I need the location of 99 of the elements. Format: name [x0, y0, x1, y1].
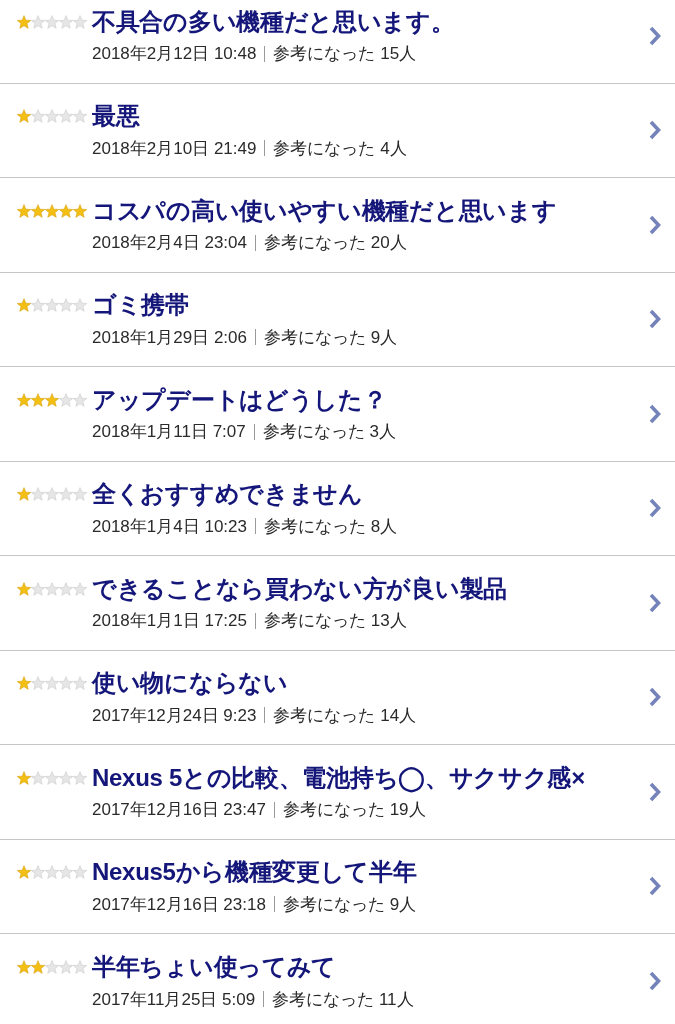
star-icon [17, 14, 31, 29]
review-title: アップデートはどうした？ [92, 384, 387, 415]
star-icon [73, 203, 87, 218]
review-date: 2017年12月16日 23:18 [92, 893, 266, 916]
star-icon [31, 14, 45, 29]
star-icon [73, 109, 87, 124]
chevron-right-icon [649, 781, 661, 802]
review-title: ゴミ携帯 [92, 290, 189, 321]
star-icon [17, 203, 31, 218]
star-icon [73, 392, 87, 407]
star-icon [59, 109, 73, 124]
helpful-count: 参考になった 14人 [273, 704, 417, 727]
review-date: 2018年1月4日 10:23 [92, 515, 247, 538]
star-icon [73, 487, 87, 502]
star-icon [73, 865, 87, 880]
star-icon [45, 109, 59, 124]
review-date: 2018年1月29日 2:06 [92, 326, 247, 349]
review-title: Nexus 5との比較、電池持ち◯、サクサク感× [92, 762, 585, 793]
star-icon [73, 960, 87, 975]
star-icon [73, 770, 87, 785]
review-date: 2018年2月4日 23:04 [92, 232, 247, 254]
star-icon [31, 109, 45, 124]
star-icon [45, 865, 59, 880]
helpful-count: 参考になった 19人 [282, 799, 426, 821]
helpful-count: 参考になった 9人 [282, 893, 417, 916]
star-icon [17, 960, 31, 975]
review-title: 不具合の多い機種だと思います。 [92, 6, 455, 37]
review-title: 全くおすすめできません [92, 479, 363, 510]
chevron-right-icon [649, 592, 661, 613]
review-title: 使い物にならない [92, 668, 288, 699]
star-icon [17, 109, 31, 124]
chevron-right-icon [649, 876, 661, 897]
helpful-count: 参考になった 13人 [264, 610, 407, 632]
star-icon [17, 865, 31, 880]
star-icon [45, 676, 59, 691]
star-icon [73, 298, 87, 313]
star-icon [59, 960, 73, 975]
star-icon [45, 298, 59, 313]
star-icon [59, 865, 73, 880]
star-icon [31, 960, 45, 975]
star-icon [45, 770, 59, 785]
star-icon [31, 392, 45, 407]
star-icon [73, 14, 87, 29]
helpful-count: 参考になった 15人 [273, 43, 417, 65]
star-icon [59, 203, 73, 218]
star-icon [59, 581, 73, 596]
review-title: 半年ちょい使ってみて [92, 952, 336, 983]
chevron-right-icon [649, 971, 661, 992]
review-date: 2018年2月10日 21:49 [92, 137, 257, 160]
star-icon [31, 581, 45, 596]
star-icon [45, 14, 59, 29]
star-icon [59, 392, 73, 407]
star-icon [31, 676, 45, 691]
chevron-right-icon [649, 120, 661, 141]
chevron-right-icon [649, 214, 661, 235]
helpful-count: 参考になった 20人 [264, 232, 407, 254]
star-icon [59, 770, 73, 785]
review-date: 2017年11月25日 5:09 [92, 988, 256, 1011]
star-icon [45, 203, 59, 218]
review-date: 2018年2月12日 10:48 [92, 43, 257, 65]
star-icon [31, 487, 45, 502]
review-title: 最悪 [92, 101, 140, 132]
star-icon [59, 676, 73, 691]
chevron-right-icon [649, 403, 661, 424]
star-icon [17, 487, 31, 502]
helpful-count: 参考になった 11人 [272, 988, 414, 1011]
review-date: 2017年12月16日 23:47 [92, 799, 266, 821]
star-icon [17, 392, 31, 407]
star-icon [73, 581, 87, 596]
chevron-right-icon [649, 309, 661, 330]
helpful-count: 参考になった 3人 [262, 421, 396, 443]
star-icon [17, 770, 31, 785]
review-date: 2017年12月24日 9:23 [92, 704, 257, 727]
helpful-count: 参考になった 9人 [264, 326, 398, 349]
star-icon [17, 581, 31, 596]
star-icon [45, 392, 59, 407]
helpful-count: 参考になった 8人 [264, 515, 398, 538]
star-icon [59, 14, 73, 29]
star-icon [17, 298, 31, 313]
star-icon [59, 298, 73, 313]
review-date: 2018年1月1日 17:25 [92, 610, 247, 632]
star-icon [31, 298, 45, 313]
star-icon [59, 487, 73, 502]
star-icon [45, 581, 59, 596]
star-icon [73, 676, 87, 691]
star-icon [45, 960, 59, 975]
review-title: できることなら買わない方が良い製品 [92, 573, 507, 604]
review-title: コスパの高い使いやすい機種だと思います [92, 195, 557, 226]
chevron-right-icon [649, 25, 661, 46]
review-date: 2018年1月11日 7:07 [92, 421, 246, 443]
review-title: Nexus5から機種変更して半年 [92, 857, 417, 888]
star-icon [31, 865, 45, 880]
chevron-right-icon [649, 687, 661, 708]
star-icon [31, 770, 45, 785]
star-icon [31, 203, 45, 218]
star-icon [45, 487, 59, 502]
helpful-count: 参考になった 4人 [273, 137, 407, 160]
chevron-right-icon [649, 498, 661, 519]
star-icon [17, 676, 31, 691]
